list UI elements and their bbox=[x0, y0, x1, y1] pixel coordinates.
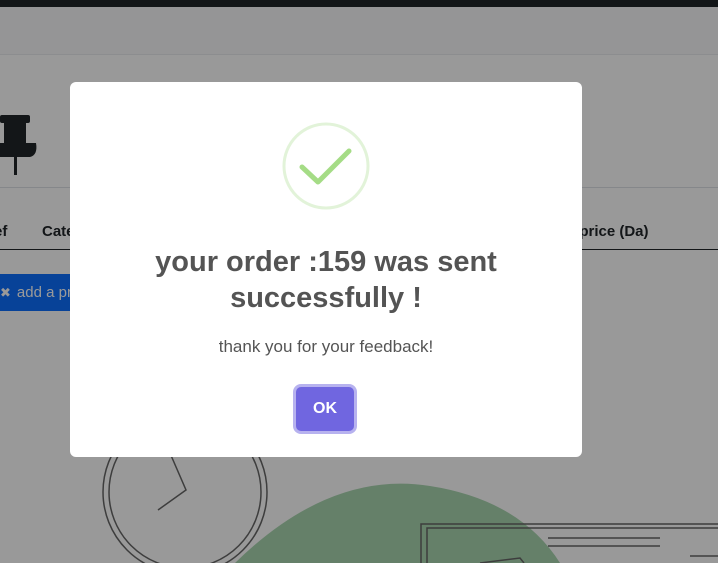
dialog-title: your order :159 was sent successfully ! bbox=[155, 246, 497, 314]
ok-button[interactable]: OK bbox=[296, 387, 354, 431]
success-dialog: your order :159 was sent successfully ! … bbox=[70, 82, 582, 457]
dialog-message: thank you for your feedback! bbox=[218, 337, 434, 356]
success-check-icon bbox=[282, 122, 370, 210]
